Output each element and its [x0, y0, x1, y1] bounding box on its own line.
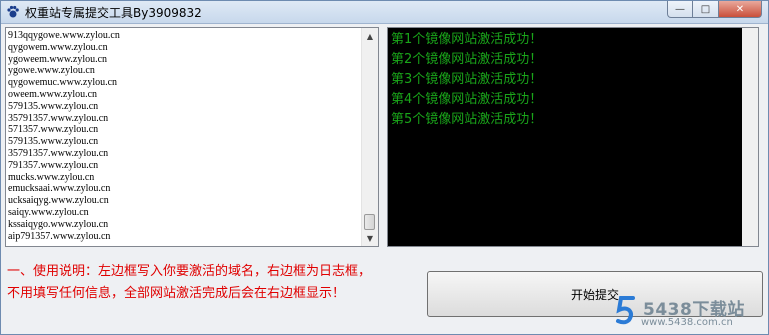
usage-instructions: 一、使用说明：左边框写入你要激活的域名，右边框为日志框， 不用填写任何信息，全部… — [7, 261, 417, 305]
domain-list: 913qqygowe.www.zylou.cn qygowem.www.zylou… — [8, 30, 120, 242]
log-line: 第1个镜像网站激活成功！ — [391, 32, 543, 47]
domain-list-item: 571357.www.zylou.cn — [8, 124, 99, 136]
domain-list-item: 579135.www.zylou.cn — [8, 100, 99, 112]
log-textbox[interactable]: 第1个镜像网站激活成功！ 第2个镜像网站激活成功！ 第3个镜像网站激活成功！ 第4个镜… — [387, 27, 759, 247]
close-button[interactable]: ✕ — [719, 1, 762, 18]
log-line: 第4个镜像网站激活成功！ — [391, 92, 543, 107]
domain-list-item: 791357.www.zylou.cn — [8, 159, 99, 171]
domain-list-item: qygowem.www.zylou.cn — [8, 41, 108, 53]
domain-list-item: 913qqygowe.www.zylou.cn — [8, 30, 120, 41]
domain-list-item: saiqy.www.zylou.cn — [8, 206, 89, 218]
window-title: 权重站专属提交工具By3909832 — [25, 6, 202, 20]
domain-list-item: aip791357.www.zylou.cn — [8, 230, 111, 242]
domain-list-item: mucks.www.zylou.cn — [8, 171, 95, 183]
log-list: 第1个镜像网站激活成功！ 第2个镜像网站激活成功！ 第3个镜像网站激活成功！ 第4个镜… — [391, 30, 542, 130]
log-line: 第2个镜像网站激活成功！ — [391, 52, 543, 67]
maximize-button[interactable]: □ — [693, 1, 719, 18]
scroll-up-arrow-icon[interactable]: ▲ — [362, 28, 378, 44]
domain-list-item: ygoweem.www.zylou.cn — [8, 53, 108, 65]
log-line: 第5个镜像网站激活成功！ — [391, 112, 543, 127]
scroll-thumb[interactable] — [364, 214, 375, 230]
domain-list-item: ygowe.www.zylou.cn — [8, 65, 95, 77]
domain-list-item: 579135.www.zylou.cn — [8, 136, 99, 148]
watermark-logo-icon — [616, 296, 635, 325]
domain-list-item: emucksaai.www.zylou.cn — [8, 183, 111, 195]
watermark: 5438下载站 www.5438.com.cn — [615, 295, 765, 333]
domain-list-item: qygowemuc.www.zylou.cn — [8, 77, 118, 89]
instructions-line-2: 不用填写任何信息，全部网站激活完成后会在右边框显示！ — [7, 286, 346, 301]
domain-scrollbar[interactable]: ▲ ▼ — [361, 28, 378, 246]
window-controls: — □ ✕ — [667, 1, 762, 19]
watermark-url: www.5438.com.cn — [641, 317, 733, 328]
domain-list-item: oweem.www.zylou.cn — [8, 88, 98, 100]
domain-list-item: 35791357.www.zylou.cn — [8, 147, 109, 159]
domain-list-item: ucksaiqyg.www.zylou.cn — [8, 195, 109, 207]
domain-input-textbox[interactable]: 913qqygowe.www.zylou.cn qygowem.www.zylou… — [5, 27, 379, 247]
domain-list-item: kssaiqygo.www.zylou.cn — [8, 218, 109, 230]
domain-list-item: 35791357.www.zylou.cn — [8, 112, 109, 124]
minimize-button[interactable]: — — [667, 1, 693, 18]
paw-icon — [7, 5, 19, 18]
log-line: 第3个镜像网站激活成功！ — [391, 72, 543, 87]
app-window: 权重站专属提交工具By3909832 — □ ✕ 913qqygowe.www.… — [0, 0, 769, 335]
log-scrollbar[interactable] — [742, 28, 758, 246]
title-bar: 权重站专属提交工具By3909832 — □ ✕ — [1, 1, 768, 24]
scroll-down-arrow-icon[interactable]: ▼ — [362, 230, 378, 246]
instructions-line-1: 一、使用说明：左边框写入你要激活的域名，右边框为日志框， — [7, 264, 372, 279]
